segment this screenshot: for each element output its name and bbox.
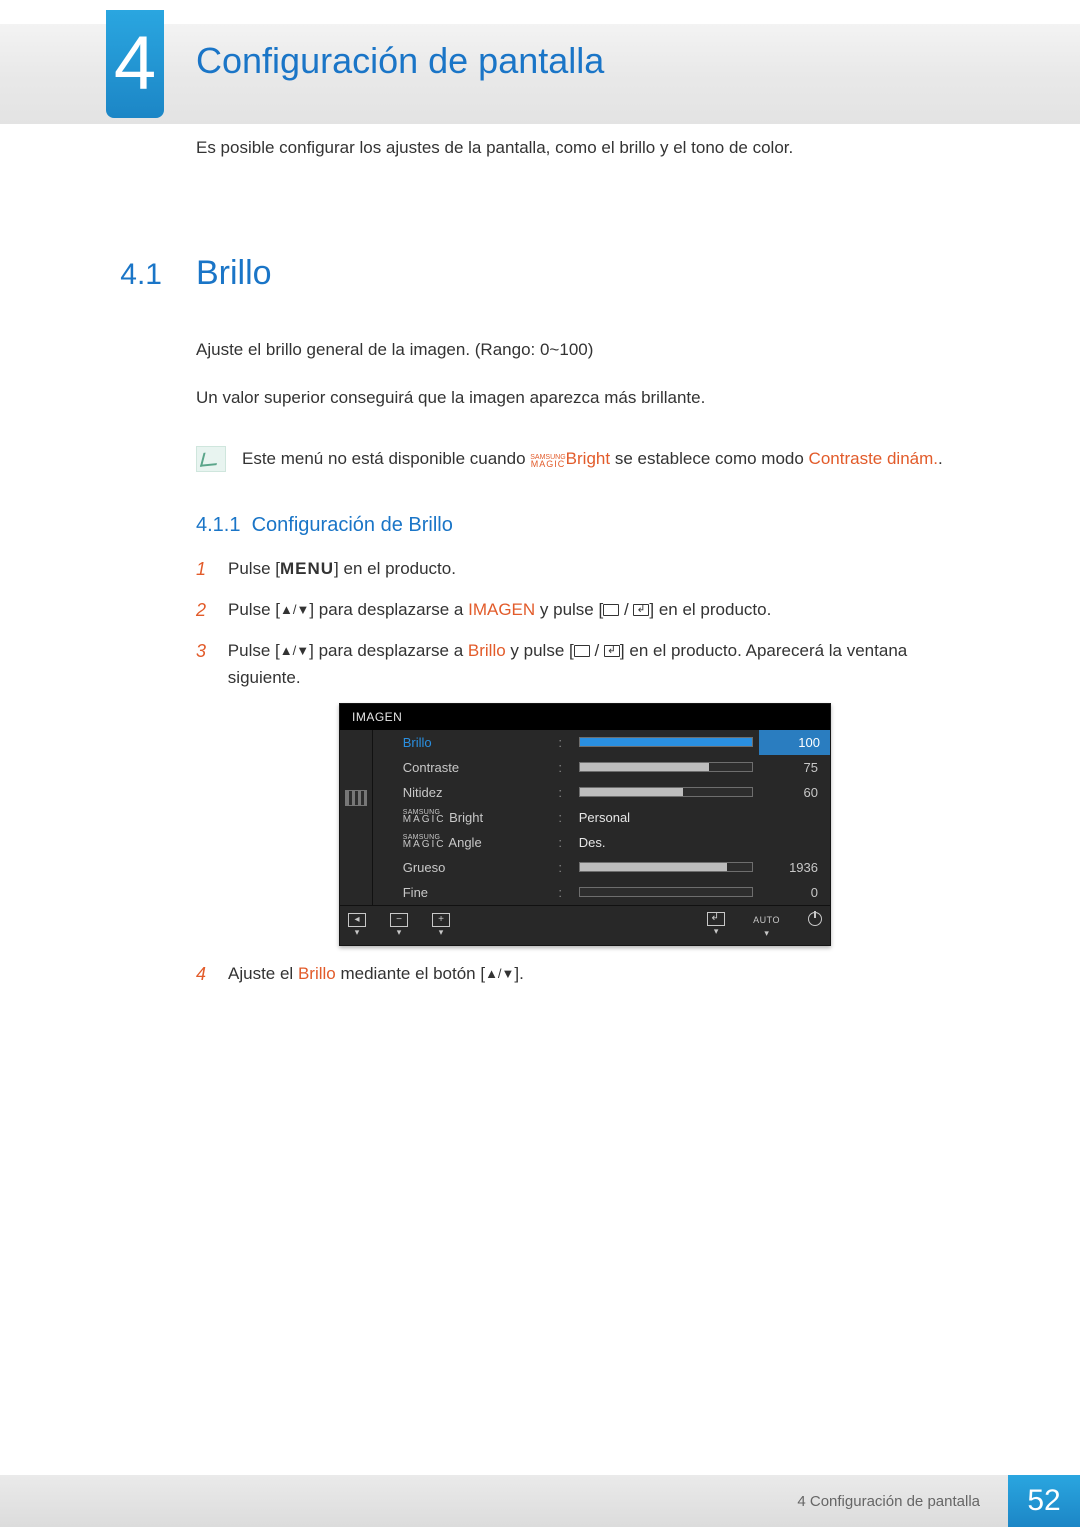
osd-nav-plus: +▾ (432, 913, 450, 938)
magic-label: SAMSUNGMAGIC (530, 455, 565, 468)
osd-left-column (340, 730, 373, 905)
step-4: 4 Ajuste el Brillo mediante el botón [▲/… (196, 960, 974, 989)
enter-icon (604, 645, 620, 657)
osd-nav-left: ◂▾ (348, 913, 366, 938)
page-footer: 4 Configuración de pantalla 52 (0, 1475, 1080, 1527)
osd-footer: ◂▾ −▾ +▾ ▾ AUTO▾ (340, 905, 830, 945)
chapter-number-box: 4 (106, 10, 164, 118)
chapter-band: 4 Configuración de pantalla (0, 24, 1080, 124)
source-icon (603, 604, 619, 616)
magic-label: SAMSUNGMAGIC (403, 835, 446, 849)
note-icon (196, 446, 226, 472)
section-para2: Un valor superior conseguirá que la imag… (196, 385, 974, 411)
menu-button-label: MENU (280, 559, 334, 578)
power-icon (808, 912, 822, 926)
osd-nav-minus: −▾ (390, 913, 408, 938)
osd-nav-power (808, 912, 822, 939)
section-number: 4.1 (106, 258, 162, 292)
section-header: 4.1 Brillo (106, 254, 974, 293)
up-down-icon: ▲/▼ (280, 600, 309, 621)
magic-label: SAMSUNGMAGIC (403, 810, 446, 824)
enter-icon (633, 604, 649, 616)
osd-menu: IMAGEN Brillo : 100 Contraste: 75 (339, 703, 831, 946)
osd-row-contraste: Contraste: 75 (373, 755, 830, 780)
step-3: 3 Pulse [▲/▼] para desplazarse a Brillo … (196, 637, 974, 691)
osd-row-fine: Fine: 0 (373, 880, 830, 905)
section-para1: Ajuste el brillo general de la imagen. (… (196, 337, 974, 363)
footer-text: 4 Configuración de pantalla (797, 1493, 980, 1510)
osd-row-brillo: Brillo : 100 (373, 730, 830, 755)
note-text: Este menú no está disponible cuando SAMS… (242, 446, 943, 472)
picture-tab-icon (345, 790, 367, 806)
osd-header: IMAGEN (340, 704, 830, 730)
osd-row-grueso: Grueso: 1936 (373, 855, 830, 880)
chapter-intro: Es posible configurar los ajustes de la … (196, 138, 974, 158)
osd-table: Brillo : 100 Contraste: 75 Nitidez: 60 (373, 730, 830, 905)
section-title: Brillo (196, 254, 272, 293)
up-down-icon: ▲/▼ (280, 641, 309, 662)
osd-nav-auto: AUTO▾ (749, 912, 784, 939)
steps-list: 1 Pulse [MENU] en el producto. 2 Pulse [… (196, 555, 974, 691)
osd-nav-enter: ▾ (707, 912, 725, 939)
subsection-header: 4.1.1 Configuración de Brillo (196, 514, 974, 537)
osd-row-magic-bright: SAMSUNGMAGIC Bright : Personal (373, 805, 830, 830)
note: Este menú no está disponible cuando SAMS… (196, 446, 974, 472)
chapter-title: Configuración de pantalla (196, 40, 604, 82)
source-icon (574, 645, 590, 657)
osd-row-magic-angle: SAMSUNGMAGIC Angle : Des. (373, 830, 830, 855)
page-number: 52 (1008, 1475, 1080, 1527)
step-2: 2 Pulse [▲/▼] para desplazarse a IMAGEN … (196, 596, 974, 625)
chapter-number: 4 (106, 10, 164, 118)
osd-row-nitidez: Nitidez: 60 (373, 780, 830, 805)
up-down-icon: ▲/▼ (485, 964, 514, 985)
step-1: 1 Pulse [MENU] en el producto. (196, 555, 974, 584)
